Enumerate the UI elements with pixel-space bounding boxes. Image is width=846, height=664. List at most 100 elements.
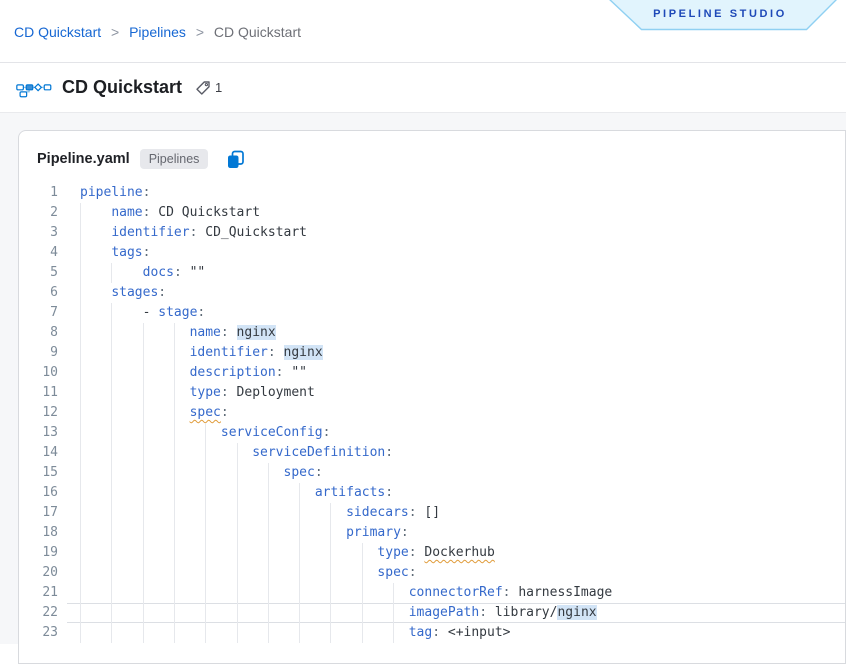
indent-guide [205,443,206,463]
yaml-line-10[interactable]: 10 description: "" [19,363,845,383]
indent-guide [80,483,81,503]
indent-guide [111,543,112,563]
indent-guide [237,563,238,583]
yaml-code[interactable]: serviceDefinition: [80,443,845,463]
indent-guide [111,563,112,583]
indent-guide [205,423,206,443]
yaml-line-16[interactable]: 16 artifacts: [19,483,845,503]
pipeline-studio-banner[interactable]: PIPELINE STUDIO [600,0,840,31]
yaml-code[interactable]: imagePath: library/nginx [80,603,845,623]
yaml-line-13[interactable]: 13 serviceConfig: [19,423,845,443]
yaml-code[interactable]: name: CD Quickstart [80,203,845,223]
line-number: 15 [19,463,58,483]
yaml-code[interactable]: - stage: [80,303,845,323]
line-number: 8 [19,323,58,343]
line-number: 23 [19,623,58,643]
yaml-code[interactable]: name: nginx [80,323,845,343]
yaml-line-18[interactable]: 18 primary: [19,523,845,543]
indent-guide [143,543,144,563]
yaml-line-3[interactable]: 3 identifier: CD_Quickstart [19,223,845,243]
yaml-code[interactable]: tags: [80,243,845,263]
line-number: 3 [19,223,58,243]
yaml-code[interactable]: spec: [80,463,845,483]
indent-guide [205,483,206,503]
yaml-line-22[interactable]: 22 imagePath: library/nginx [19,603,845,623]
line-number: 13 [19,423,58,443]
line-number: 21 [19,583,58,603]
yaml-line-12[interactable]: 12 spec: [19,403,845,423]
yaml-code[interactable]: primary: [80,523,845,543]
copy-icon[interactable] [225,149,246,170]
yaml-line-15[interactable]: 15 spec: [19,463,845,483]
yaml-code[interactable]: serviceConfig: [80,423,845,443]
yaml-line-5[interactable]: 5 docs: "" [19,263,845,283]
indent-guide [362,583,363,603]
indent-guide [111,323,112,343]
yaml-line-6[interactable]: 6 stages: [19,283,845,303]
yaml-code[interactable]: tag: <+input> [80,623,845,643]
yaml-code[interactable]: type: Dockerhub [80,543,845,563]
indent-guide [330,543,331,563]
indent-guide [237,523,238,543]
yaml-code[interactable]: artifacts: [80,483,845,503]
yaml-line-17[interactable]: 17 sidecars: [] [19,503,845,523]
yaml-line-7[interactable]: 7 - stage: [19,303,845,323]
yaml-line-1[interactable]: 1pipeline: [19,183,845,203]
indent-guide [330,603,331,623]
indent-guide [330,623,331,643]
yaml-line-19[interactable]: 19 type: Dockerhub [19,543,845,563]
indent-guide [268,523,269,543]
yaml-code[interactable]: spec: [80,403,845,423]
yaml-line-9[interactable]: 9 identifier: nginx [19,343,845,363]
yaml-editor[interactable]: 1pipeline:2 name: CD Quickstart3 identif… [19,183,845,663]
breadcrumb-separator: > [196,24,204,40]
yaml-line-23[interactable]: 23 tag: <+input> [19,623,845,643]
indent-guide [80,523,81,543]
indent-guide [299,603,300,623]
indent-guide [80,403,81,423]
breadcrumb-pipelines-link[interactable]: Pipelines [129,24,186,40]
yaml-code[interactable]: identifier: nginx [80,343,845,363]
yaml-line-8[interactable]: 8 name: nginx [19,323,845,343]
yaml-line-14[interactable]: 14 serviceDefinition: [19,443,845,463]
yaml-line-4[interactable]: 4 tags: [19,243,845,263]
yaml-code[interactable]: pipeline: [80,183,845,203]
pipeline-studio-label: PIPELINE STUDIO [600,8,840,20]
indent-guide [268,463,269,483]
indent-guide [237,483,238,503]
indent-guide [174,563,175,583]
indent-guide [174,503,175,523]
indent-guide [111,363,112,383]
page-title: CD Quickstart [62,77,182,98]
yaml-code[interactable]: sidecars: [] [80,503,845,523]
indent-guide [80,343,81,363]
yaml-code[interactable]: description: "" [80,363,845,383]
indent-guide [393,623,394,643]
yaml-code[interactable]: identifier: CD_Quickstart [80,223,845,243]
yaml-code[interactable]: type: Deployment [80,383,845,403]
line-number: 9 [19,343,58,363]
indent-guide [393,583,394,603]
yaml-line-20[interactable]: 20 spec: [19,563,845,583]
tags-indicator[interactable]: 1 [194,79,222,97]
page-content: Pipeline.yaml Pipelines 1pipeline:2 name… [0,113,846,644]
pipeline-graph-icon [16,79,52,99]
line-number: 18 [19,523,58,543]
yaml-code[interactable]: spec: [80,563,845,583]
indent-guide [362,603,363,623]
indent-guide [143,423,144,443]
yaml-line-11[interactable]: 11 type: Deployment [19,383,845,403]
yaml-code[interactable]: connectorRef: harnessImage [80,583,845,603]
line-number: 19 [19,543,58,563]
indent-guide [111,523,112,543]
yaml-code[interactable]: stages: [80,283,845,303]
breadcrumb-project-link[interactable]: CD Quickstart [14,24,101,40]
yaml-code[interactable]: docs: "" [80,263,845,283]
indent-guide [174,463,175,483]
breadcrumb-separator: > [111,24,119,40]
yaml-line-2[interactable]: 2 name: CD Quickstart [19,203,845,223]
line-number: 2 [19,203,58,223]
indent-guide [174,363,175,383]
yaml-line-21[interactable]: 21 connectorRef: harnessImage [19,583,845,603]
indent-guide [393,603,394,623]
